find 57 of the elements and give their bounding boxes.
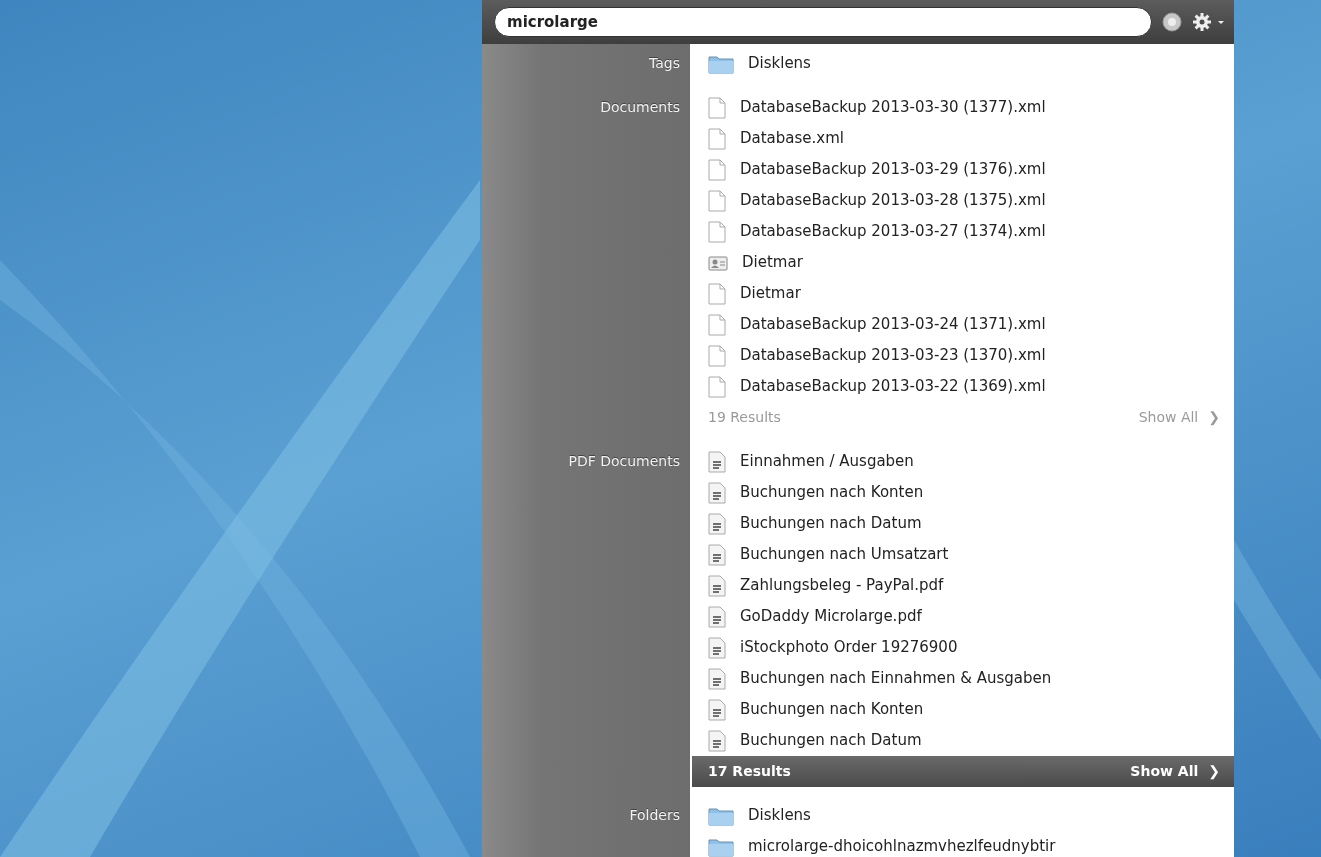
- result-item[interactable]: iStockphoto Order 19276900: [740, 636, 958, 659]
- document-icon: [708, 158, 726, 181]
- category-label: Documents: [599, 98, 681, 117]
- document-icon: [708, 189, 726, 212]
- search-field[interactable]: microlarge: [494, 7, 1152, 37]
- pdf-document-icon: [708, 698, 726, 721]
- result-item[interactable]: Dietmar: [742, 251, 803, 274]
- pdf-document-icon: [708, 574, 726, 597]
- category-label: Folders: [628, 806, 681, 825]
- result-item[interactable]: DatabaseBackup 2013-03-28 (1375).xml: [740, 189, 1046, 212]
- results-footer[interactable]: 17 Results Show All ❯: [692, 756, 1234, 787]
- document-icon: [708, 375, 726, 398]
- folder-icon: [708, 53, 734, 74]
- result-item[interactable]: Buchungen nach Konten: [740, 481, 924, 504]
- result-item[interactable]: DatabaseBackup 2013-03-30 (1377).xml: [740, 96, 1046, 119]
- settings-icon[interactable]: [1192, 12, 1226, 32]
- contact-card-icon: [708, 253, 728, 272]
- pdf-document-icon: [708, 605, 726, 628]
- document-icon: [708, 220, 726, 243]
- document-icon: [708, 127, 726, 150]
- results-count: 19 Results: [708, 408, 781, 427]
- result-item[interactable]: GoDaddy Microlarge.pdf: [740, 605, 922, 628]
- document-icon: [708, 282, 726, 305]
- result-item[interactable]: microlarge-dhoicohlnazmvhezlfeudnybtir: [748, 835, 1056, 857]
- pdf-document-icon: [708, 667, 726, 690]
- result-item[interactable]: Buchungen nach Konten: [740, 698, 924, 721]
- result-item[interactable]: DatabaseBackup 2013-03-22 (1369).xml: [740, 375, 1046, 398]
- pdf-document-icon: [708, 729, 726, 752]
- result-item[interactable]: DatabaseBackup 2013-03-23 (1370).xml: [740, 344, 1046, 367]
- result-item[interactable]: DatabaseBackup 2013-03-27 (1374).xml: [740, 220, 1046, 243]
- clear-icon[interactable]: [1162, 12, 1182, 32]
- result-item[interactable]: Dietmar: [740, 282, 801, 305]
- show-all-link[interactable]: Show All ❯: [1130, 761, 1220, 782]
- pdf-document-icon: [708, 450, 726, 473]
- result-item[interactable]: DatabaseBackup 2013-03-24 (1371).xml: [740, 313, 1046, 336]
- category-label: PDF Documents: [567, 452, 681, 471]
- folder-icon: [708, 836, 734, 857]
- pdf-document-icon: [708, 481, 726, 504]
- result-item[interactable]: Buchungen nach Datum: [740, 512, 922, 535]
- result-item[interactable]: Buchungen nach Datum: [740, 729, 922, 752]
- document-icon: [708, 96, 726, 119]
- pdf-document-icon: [708, 543, 726, 566]
- result-item[interactable]: DatabaseBackup 2013-03-29 (1376).xml: [740, 158, 1046, 181]
- result-item[interactable]: Einnahmen / Ausgaben: [740, 450, 914, 473]
- folder-icon: [708, 805, 734, 826]
- results-count: 17 Results: [708, 762, 791, 781]
- result-item[interactable]: Buchungen nach Umsatzart: [740, 543, 949, 566]
- pdf-document-icon: [708, 636, 726, 659]
- result-item[interactable]: Buchungen nach Einnahmen & Ausgaben: [740, 667, 1052, 690]
- result-item[interactable]: Disklens: [748, 804, 811, 827]
- document-icon: [708, 344, 726, 367]
- pdf-document-icon: [708, 512, 726, 535]
- result-item[interactable]: Zahlungsbeleg - PayPal.pdf: [740, 574, 944, 597]
- category-label: Tags: [648, 54, 681, 73]
- result-item[interactable]: Database.xml: [740, 127, 844, 150]
- result-item[interactable]: Disklens: [748, 52, 811, 75]
- document-icon: [708, 313, 726, 336]
